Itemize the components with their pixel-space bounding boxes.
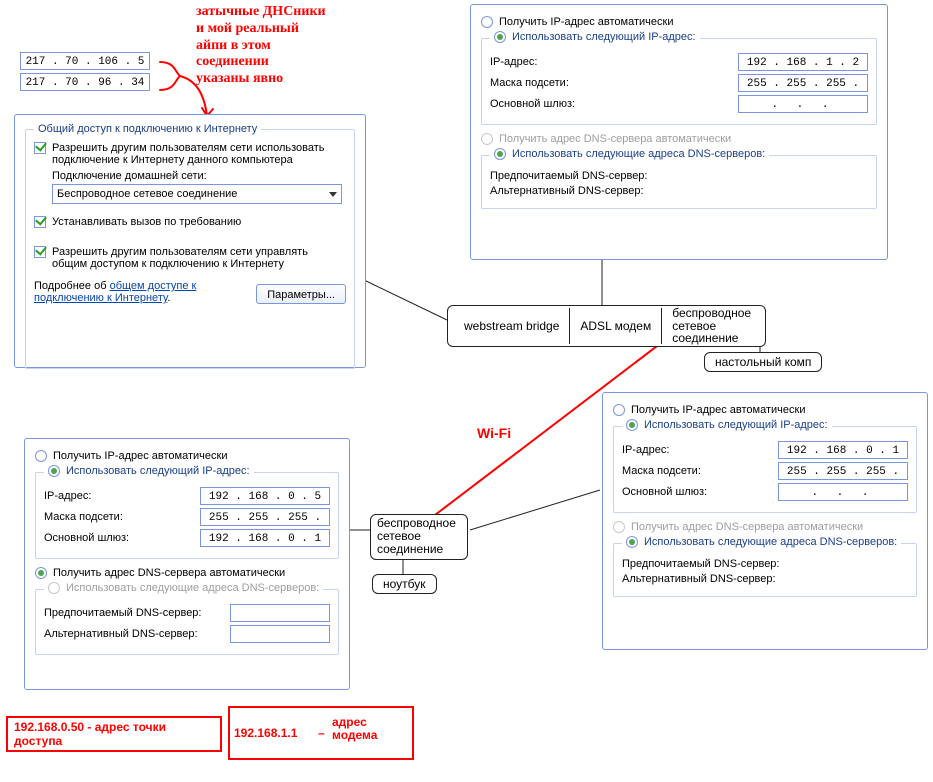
label-lan-dns1: Предпочитаемый DNS-сервер: bbox=[44, 607, 230, 619]
annotation-wifi: Wi-Fi bbox=[477, 425, 511, 441]
label-lan-auto-dns: Получить адрес DNS-сервера автоматически bbox=[53, 567, 285, 579]
radio-lan-manual-dns[interactable] bbox=[48, 582, 60, 594]
label-wlan-auto-ip: Получить IP-адрес автоматически bbox=[631, 404, 805, 416]
input-lan-ip[interactable]: 192 . 168 . 0 . 5 bbox=[200, 487, 330, 505]
input-desktop-ip[interactable]: 192 . 168 . 1 . 2 bbox=[738, 53, 868, 71]
label-wlan-mask: Маска подсети: bbox=[622, 465, 778, 477]
label-desktop-ip: IP-адрес: bbox=[490, 56, 738, 68]
label-home-connection: Подключение домашней сети: bbox=[52, 170, 346, 182]
label-wlan-ip: IP-адрес: bbox=[622, 444, 778, 456]
checkbox-dial-on-demand[interactable] bbox=[34, 216, 46, 228]
label-lan-mask: Маска подсети: bbox=[44, 511, 200, 523]
box-modem-address: 192.168.1.1 – адрес модема bbox=[228, 706, 414, 760]
combo-home-connection-value: Беспроводное сетевое соединение bbox=[57, 188, 237, 200]
modem-ip-value: 192.168.1.1 bbox=[234, 726, 297, 740]
label-lan-manual-ip: Использовать следующий IP-адрес: bbox=[66, 465, 250, 477]
label-wlan-dns2: Альтернативный DNS-сервер: bbox=[622, 573, 908, 585]
node-webstream-bridge: webstream bridge bbox=[454, 308, 570, 344]
input-wlan-ip[interactable]: 192 . 168 . 0 . 1 bbox=[778, 441, 908, 459]
radio-lan-auto-ip[interactable] bbox=[35, 450, 47, 462]
node-wlan-connection: беспроводное сетевое соединение bbox=[370, 514, 468, 560]
node-triple-connections: webstream bridge ADSL модем беспроводное… bbox=[447, 305, 766, 347]
label-desktop-dns2: Альтернативный DNS-сервер: bbox=[490, 185, 868, 197]
box-access-point-address: 192.168.0.50 - адрес точки доступа bbox=[6, 716, 222, 752]
ics-groupbox-title: Общий доступ к подключению к Интернету bbox=[34, 123, 261, 135]
label-lan-ip: IP-адрес: bbox=[44, 490, 200, 502]
panel-laptop-wlan: Получить IP-адрес автоматически Использо… bbox=[602, 392, 928, 650]
label-allow-share: Разрешить другим пользователям сети испо… bbox=[52, 142, 346, 166]
input-lan-dns1[interactable] bbox=[230, 604, 330, 622]
label-desktop-gw: Основной шлюз: bbox=[490, 98, 738, 110]
label-desktop-dns1: Предпочитаемый DNS-сервер: bbox=[490, 170, 868, 182]
label-desktop-manual-dns: Использовать следующие адреса DNS-сервер… bbox=[512, 148, 765, 160]
panel-laptop-lan: Получить IP-адрес автоматически Использо… bbox=[24, 438, 350, 690]
label-desktop-auto-ip: Получить IP-адрес автоматически bbox=[499, 16, 673, 28]
radio-desktop-manual-dns[interactable] bbox=[494, 148, 506, 160]
label-desktop-mask: Маска подсети: bbox=[490, 77, 738, 89]
label-wlan-manual-dns: Использовать следующие адреса DNS-сервер… bbox=[644, 536, 897, 548]
radio-lan-auto-dns[interactable] bbox=[35, 567, 47, 579]
button-parameters[interactable]: Параметры... bbox=[256, 284, 346, 304]
input-desktop-gw[interactable]: . . . bbox=[738, 95, 868, 113]
radio-wlan-manual-dns[interactable] bbox=[626, 536, 638, 548]
input-lan-gw[interactable]: 192 . 168 . 0 . 1 bbox=[200, 529, 330, 547]
label-dial-on-demand: Устанавливать вызов по требованию bbox=[52, 216, 241, 228]
node-laptop-label: ноутбук bbox=[372, 574, 437, 594]
label-wlan-manual-ip: Использовать следующий IP-адрес: bbox=[644, 419, 828, 431]
label-allow-control: Разрешить другим пользователям сети упра… bbox=[52, 246, 346, 270]
label-lan-gw: Основной шлюз: bbox=[44, 532, 200, 544]
label-wlan-auto-dns: Получить адрес DNS-сервера автоматически bbox=[631, 521, 863, 533]
node-wireless-connection: беспроводное сетевое соединение bbox=[662, 308, 759, 344]
input-desktop-mask[interactable]: 255 . 255 . 255 . 0 bbox=[738, 74, 868, 92]
node-adsl-modem: ADSL модем bbox=[570, 308, 662, 344]
radio-desktop-auto-ip[interactable] bbox=[481, 16, 493, 28]
input-lan-mask[interactable]: 255 . 255 . 255 . 0 bbox=[200, 508, 330, 526]
checkbox-allow-share[interactable] bbox=[34, 142, 46, 154]
radio-desktop-auto-dns bbox=[481, 133, 493, 145]
label-desktop-manual-ip: Использовать следующий IP-адрес: bbox=[512, 31, 696, 43]
modem-label: адрес модема bbox=[332, 716, 377, 742]
modem-dash: – bbox=[318, 726, 325, 740]
ics-link-prefix: Подробнее об bbox=[34, 280, 110, 292]
panel-ics-sharing: Общий доступ к подключению к Интернету Р… bbox=[14, 114, 366, 368]
annotation-dns-real-ip: затычные ДНСники и мой реальный айпи в э… bbox=[196, 4, 366, 88]
label-lan-manual-dns: Использовать следующие адреса DNS-сервер… bbox=[66, 582, 319, 594]
node-desktop-label: настольный комп bbox=[704, 352, 822, 372]
ip-box-2[interactable]: 217 . 70 . 96 . 34 bbox=[20, 73, 150, 91]
label-wlan-dns1: Предпочитаемый DNS-сервер: bbox=[622, 558, 908, 570]
input-lan-dns2[interactable] bbox=[230, 625, 330, 643]
label-lan-dns2: Альтернативный DNS-сервер: bbox=[44, 628, 230, 640]
label-lan-auto-ip: Получить IP-адрес автоматически bbox=[53, 450, 227, 462]
input-wlan-gw[interactable]: . . . bbox=[778, 483, 908, 501]
combo-home-connection[interactable]: Беспроводное сетевое соединение bbox=[52, 184, 342, 204]
label-desktop-auto-dns: Получить адрес DNS-сервера автоматически bbox=[499, 133, 731, 145]
ip-box-1[interactable]: 217 . 70 . 106 . 5 bbox=[20, 52, 150, 70]
radio-lan-manual-ip[interactable] bbox=[48, 465, 60, 477]
panel-desktop-ip: Получить IP-адрес автоматически Использо… bbox=[470, 4, 888, 260]
label-wlan-gw: Основной шлюз: bbox=[622, 486, 778, 498]
checkbox-allow-control[interactable] bbox=[34, 246, 46, 258]
radio-wlan-manual-ip[interactable] bbox=[626, 419, 638, 431]
radio-desktop-manual-ip[interactable] bbox=[494, 31, 506, 43]
radio-wlan-auto-dns bbox=[613, 521, 625, 533]
input-wlan-mask[interactable]: 255 . 255 . 255 . 0 bbox=[778, 462, 908, 480]
radio-wlan-auto-ip[interactable] bbox=[613, 404, 625, 416]
